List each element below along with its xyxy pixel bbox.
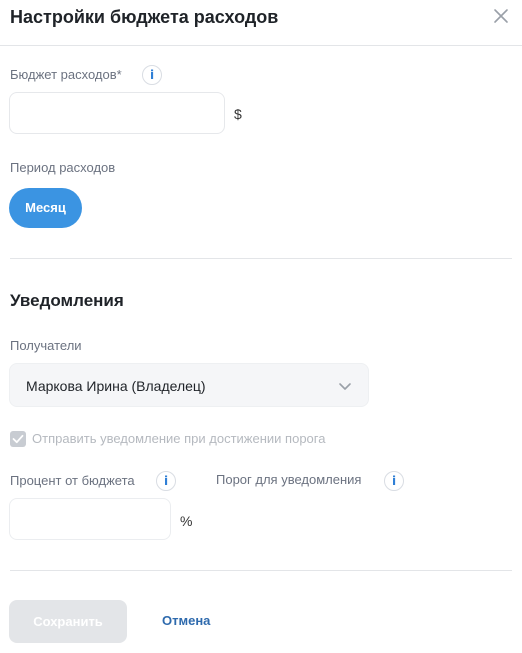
- footer-divider: [10, 570, 512, 571]
- info-icon[interactable]: i: [142, 65, 162, 85]
- dialog-title: Настройки бюджета расходов: [10, 7, 279, 27]
- info-icon[interactable]: i: [156, 471, 176, 491]
- period-label: Период расходов: [10, 160, 116, 175]
- save-button[interactable]: Сохранить: [9, 600, 127, 643]
- close-icon[interactable]: [492, 7, 510, 25]
- threshold-label: Порог для уведомления: [216, 472, 362, 487]
- percent-unit: %: [180, 513, 193, 529]
- info-icon[interactable]: i: [384, 471, 404, 491]
- recipients-label: Получатели: [10, 338, 82, 353]
- dialog-header: Настройки бюджета расходов: [0, 0, 522, 46]
- period-month-button[interactable]: Месяц: [9, 188, 82, 228]
- budget-currency: $: [234, 106, 242, 122]
- threshold-checkbox-label: Отправить уведомление при достижении пор…: [32, 431, 326, 446]
- notifications-title: Уведомления: [10, 291, 124, 310]
- percent-input[interactable]: [9, 498, 171, 540]
- budget-input[interactable]: [9, 92, 225, 134]
- recipients-select[interactable]: Маркова Ирина (Владелец): [9, 363, 369, 407]
- budget-label: Бюджет расходов*: [10, 67, 122, 82]
- section-divider: [10, 258, 512, 259]
- chevron-down-icon: [338, 379, 352, 393]
- threshold-checkbox[interactable]: [10, 431, 26, 447]
- percent-label: Процент от бюджета: [10, 473, 135, 488]
- cancel-button[interactable]: Отмена: [162, 613, 210, 628]
- recipients-value: Маркова Ирина (Владелец): [26, 378, 206, 394]
